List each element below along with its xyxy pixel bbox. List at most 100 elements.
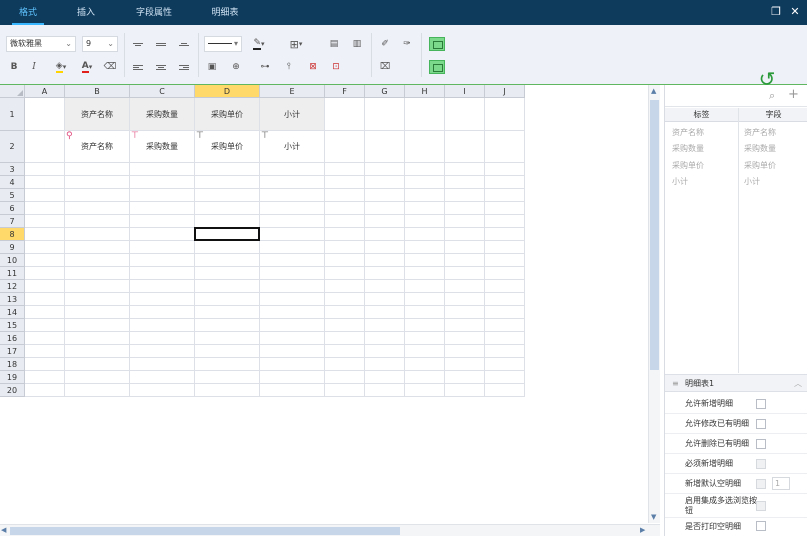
cell-a15[interactable] xyxy=(25,319,65,332)
cell-e18[interactable] xyxy=(260,358,325,371)
cell-j1[interactable] xyxy=(485,98,525,131)
cell-j18[interactable] xyxy=(485,358,525,371)
cell-b17[interactable] xyxy=(65,345,130,358)
row-header-16[interactable]: 16 xyxy=(0,332,25,345)
cell-b19[interactable] xyxy=(65,371,130,384)
cell-g15[interactable] xyxy=(365,319,405,332)
cell-j13[interactable] xyxy=(485,293,525,306)
cell-f14[interactable] xyxy=(325,306,365,319)
cell-f11[interactable] xyxy=(325,267,365,280)
tab-detail-table[interactable]: 明细表 xyxy=(197,0,253,25)
cell-g11[interactable] xyxy=(365,267,405,280)
cell-i18[interactable] xyxy=(445,358,485,371)
insert-row-icon[interactable]: ⊶ xyxy=(257,59,273,75)
cell-h10[interactable] xyxy=(405,254,445,267)
cell-a5[interactable] xyxy=(25,189,65,202)
option-checkbox[interactable] xyxy=(756,399,766,409)
row-header-14[interactable]: 14 xyxy=(0,306,25,319)
tab-format[interactable]: 格式 xyxy=(0,0,56,25)
cell-g7[interactable] xyxy=(365,215,405,228)
cell-a2[interactable] xyxy=(25,131,65,163)
detail-table-settings-button[interactable] xyxy=(428,59,446,75)
cell-a10[interactable] xyxy=(25,254,65,267)
cell-e11[interactable] xyxy=(260,267,325,280)
cell-b12[interactable] xyxy=(65,280,130,293)
cell-c17[interactable] xyxy=(130,345,195,358)
cell-i7[interactable] xyxy=(445,215,485,228)
row-header-7[interactable]: 7 xyxy=(0,215,25,228)
cell-h1[interactable] xyxy=(405,98,445,131)
cell-e9[interactable] xyxy=(260,241,325,254)
cell-j15[interactable] xyxy=(485,319,525,332)
insert-column-icon[interactable]: ⫯ xyxy=(281,59,297,75)
cell-a14[interactable] xyxy=(25,306,65,319)
label-item[interactable]: 小计 xyxy=(672,176,688,187)
cell-d3[interactable] xyxy=(195,163,260,176)
brush-icon[interactable]: ✑ xyxy=(399,36,415,52)
cell-i9[interactable] xyxy=(445,241,485,254)
cell-c10[interactable] xyxy=(130,254,195,267)
cell-f3[interactable] xyxy=(325,163,365,176)
cell-b16[interactable] xyxy=(65,332,130,345)
row-header-4[interactable]: 4 xyxy=(0,176,25,189)
cell-i11[interactable] xyxy=(445,267,485,280)
cell-f20[interactable] xyxy=(325,384,365,397)
cell-c13[interactable] xyxy=(130,293,195,306)
cell-g18[interactable] xyxy=(365,358,405,371)
cell-i1[interactable] xyxy=(445,98,485,131)
format-painter-icon[interactable]: ✐ xyxy=(377,36,393,52)
cell-j9[interactable] xyxy=(485,241,525,254)
default-empty-count-input[interactable]: 1 xyxy=(772,477,790,490)
bold-button[interactable]: B xyxy=(6,59,22,75)
cell-j8[interactable] xyxy=(485,228,525,241)
cell-b3[interactable] xyxy=(65,163,130,176)
cell-a19[interactable] xyxy=(25,371,65,384)
row-header-19[interactable]: 19 xyxy=(0,371,25,384)
cell-g9[interactable] xyxy=(365,241,405,254)
cell-i12[interactable] xyxy=(445,280,485,293)
row-header-1[interactable]: 1 xyxy=(0,98,25,131)
row-header-20[interactable]: 20 xyxy=(0,384,25,397)
cell-e10[interactable] xyxy=(260,254,325,267)
cell-a3[interactable] xyxy=(25,163,65,176)
cell-g3[interactable] xyxy=(365,163,405,176)
cell-g14[interactable] xyxy=(365,306,405,319)
cell-h9[interactable] xyxy=(405,241,445,254)
cell-f2[interactable] xyxy=(325,131,365,163)
align-center-button[interactable] xyxy=(153,59,169,75)
cell-i5[interactable] xyxy=(445,189,485,202)
cell-j7[interactable] xyxy=(485,215,525,228)
cell-h16[interactable] xyxy=(405,332,445,345)
scroll-right-icon[interactable]: ▶ xyxy=(640,526,645,534)
cell-i6[interactable] xyxy=(445,202,485,215)
italic-button[interactable]: I xyxy=(26,59,42,75)
cell-d5[interactable] xyxy=(195,189,260,202)
column-header-c[interactable]: C xyxy=(130,85,195,98)
row-header-8[interactable]: 8 xyxy=(0,228,25,241)
eraser-icon[interactable]: ⌧ xyxy=(377,59,393,75)
cell-e17[interactable] xyxy=(260,345,325,358)
cell-c12[interactable] xyxy=(130,280,195,293)
clear-format-icon[interactable]: ⌫ xyxy=(102,59,118,75)
cell-a7[interactable] xyxy=(25,215,65,228)
cell-i15[interactable] xyxy=(445,319,485,332)
cell-h8[interactable] xyxy=(405,228,445,241)
cell-j17[interactable] xyxy=(485,345,525,358)
cell-e3[interactable] xyxy=(260,163,325,176)
column-header-a[interactable]: A xyxy=(25,85,65,98)
cell-b10[interactable] xyxy=(65,254,130,267)
cell-g12[interactable] xyxy=(365,280,405,293)
cell-h15[interactable] xyxy=(405,319,445,332)
cell-a1[interactable] xyxy=(25,98,65,131)
cell-d14[interactable] xyxy=(195,306,260,319)
cell-g6[interactable] xyxy=(365,202,405,215)
cell-i4[interactable] xyxy=(445,176,485,189)
cell-f16[interactable] xyxy=(325,332,365,345)
detail-table-button[interactable] xyxy=(428,36,446,52)
cell-h20[interactable] xyxy=(405,384,445,397)
detail-table-section-header[interactable]: ≡ 明细表1 ︿ xyxy=(665,374,807,392)
option-checkbox[interactable] xyxy=(756,479,766,489)
cell-i20[interactable] xyxy=(445,384,485,397)
cell-d15[interactable] xyxy=(195,319,260,332)
cell-a12[interactable] xyxy=(25,280,65,293)
